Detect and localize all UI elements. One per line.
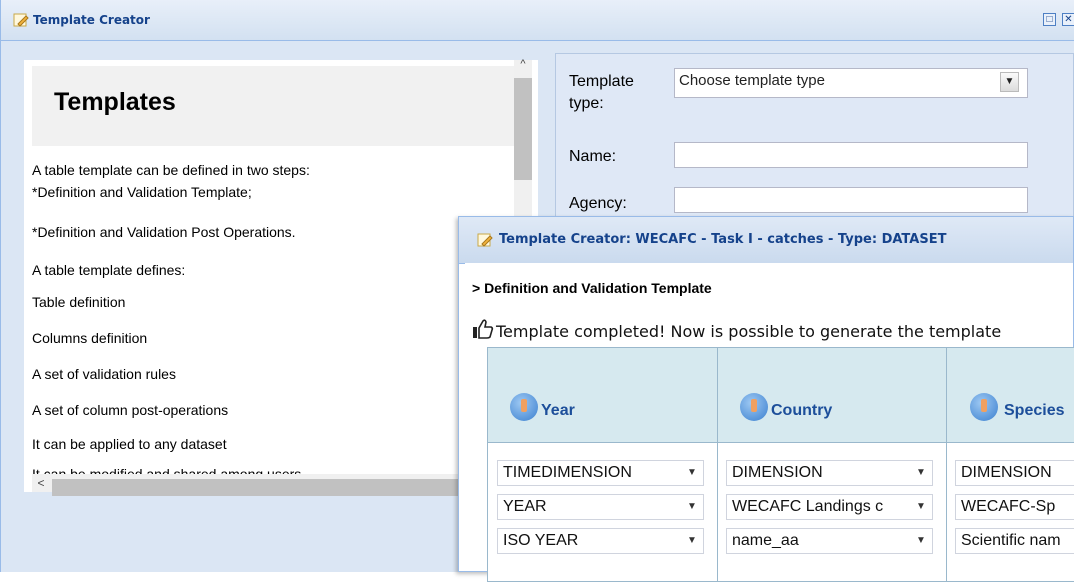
chevron-down-icon[interactable]: ▼	[912, 531, 930, 551]
chevron-down-icon[interactable]: ▼	[1000, 72, 1019, 92]
pencil-badge-icon[interactable]	[740, 393, 768, 421]
template-type-label: Template	[569, 73, 634, 90]
chevron-down-icon[interactable]: ▼	[912, 497, 930, 517]
column-title-year: Year	[541, 402, 575, 419]
template-type-select[interactable]: Choose template type ▼	[674, 68, 1028, 98]
agency-field[interactable]	[674, 187, 1028, 213]
help-line: A table template defines:	[32, 262, 186, 278]
year-attribute-value: ISO YEAR	[503, 532, 579, 549]
scroll-up-icon[interactable]: ^	[514, 58, 532, 74]
country-codelist-value: WECAFC Landings c	[732, 498, 884, 515]
year-codelist-select[interactable]: YEAR ▼	[497, 494, 704, 520]
country-type-value: DIMENSION	[732, 464, 823, 481]
pencil-badge-icon[interactable]	[970, 393, 998, 421]
template-completed-message: Template completed! Now is possible to g…	[496, 322, 1002, 341]
name-field[interactable]	[674, 142, 1028, 168]
thumbs-up-icon	[473, 319, 494, 339]
close-button[interactable]: ✕	[1062, 13, 1074, 26]
section-heading: > Definition and Validation Template	[472, 280, 712, 296]
species-codelist-select[interactable]: WECAFC-Sp	[955, 494, 1074, 520]
name-label: Name:	[569, 148, 617, 165]
year-codelist-value: YEAR	[503, 498, 547, 515]
help-line: Columns definition	[32, 330, 148, 346]
dialog-titlebar[interactable]: Template Creator: WECAFC - Task I - catc…	[459, 217, 1073, 264]
maximize-button[interactable]: □	[1043, 13, 1056, 26]
help-line: Table definition	[32, 294, 126, 310]
dialog-title: Template Creator: WECAFC - Task I - catc…	[499, 232, 947, 247]
help-horizontal-scroll-thumb[interactable]	[52, 479, 472, 496]
country-codelist-select[interactable]: WECAFC Landings c ▼	[726, 494, 933, 520]
scroll-left-icon[interactable]: <	[32, 474, 50, 492]
help-line: It can be applied to any dataset	[32, 436, 227, 452]
country-attribute-value: name_aa	[732, 532, 799, 549]
country-type-select[interactable]: DIMENSION ▼	[726, 460, 933, 486]
template-type-label-line2: type:	[569, 95, 604, 112]
species-type-select[interactable]: DIMENSION	[955, 460, 1074, 486]
pencil-document-icon	[13, 13, 29, 27]
column-header-species	[946, 347, 1074, 443]
main-window-title: Template Creator	[33, 13, 150, 27]
help-line: A set of validation rules	[32, 366, 176, 382]
species-attribute-value: Scientific nam	[961, 532, 1061, 549]
help-line: A table template can be defined in two s…	[32, 162, 310, 178]
column-title-country: Country	[771, 402, 833, 419]
species-attribute-select[interactable]: Scientific nam	[955, 528, 1074, 554]
help-line: *Definition and Validation Template;	[32, 184, 252, 200]
help-heading: Templates	[54, 88, 176, 116]
chevron-down-icon[interactable]: ▼	[683, 463, 701, 483]
year-type-select[interactable]: TIMEDIMENSION ▼	[497, 460, 704, 486]
pencil-badge-icon[interactable]	[510, 393, 538, 421]
template-type-value: Choose template type	[679, 72, 825, 89]
country-attribute-select[interactable]: name_aa ▼	[726, 528, 933, 554]
help-vertical-scroll-thumb[interactable]	[514, 78, 532, 180]
agency-label: Agency:	[569, 195, 627, 212]
chevron-down-icon[interactable]: ▼	[683, 531, 701, 551]
main-titlebar[interactable]: Template Creator □ ✕	[1, 0, 1074, 41]
chevron-down-icon[interactable]: ▼	[683, 497, 701, 517]
year-type-value: TIMEDIMENSION	[503, 464, 632, 481]
year-attribute-select[interactable]: ISO YEAR ▼	[497, 528, 704, 554]
chevron-down-icon[interactable]: ▼	[912, 463, 930, 483]
species-type-value: DIMENSION	[961, 464, 1052, 481]
help-line: A set of column post-operations	[32, 402, 229, 418]
column-title-species: Species	[1004, 402, 1065, 419]
pencil-document-icon	[477, 233, 493, 247]
help-line: *Definition and Validation Post Operatio…	[32, 224, 296, 240]
help-line: It can be modified and shared among user…	[32, 466, 302, 474]
species-codelist-value: WECAFC-Sp	[961, 498, 1056, 515]
